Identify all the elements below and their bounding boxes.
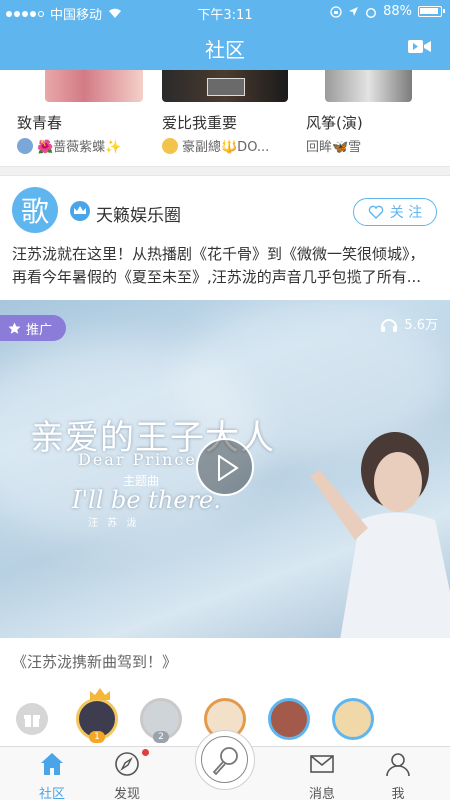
promo-badge: 推广: [0, 315, 67, 341]
tab-me[interactable]: 我: [368, 751, 428, 800]
circle-name[interactable]: 天籁娱乐圈: [96, 201, 181, 226]
recommended-songs-strip: 致青春 🌺蔷薇紫蝶✨ 爱比我重要 豪副總🔱DO... 风筝(演) 回眸🦋雪: [0, 70, 450, 166]
song-singer[interactable]: 🌺蔷薇紫蝶✨: [17, 136, 121, 155]
song-title[interactable]: 致青春: [17, 112, 62, 133]
page-title: 社区: [205, 38, 245, 62]
avatar: [162, 137, 178, 154]
gift-icon[interactable]: [16, 703, 48, 735]
song-title[interactable]: 爱比我重要: [162, 112, 237, 133]
avatar: [17, 137, 33, 154]
fan-avatar[interactable]: [268, 698, 310, 740]
rank-badge: 1: [89, 731, 105, 743]
microphone-icon: [212, 747, 238, 776]
video-artist-image: [310, 432, 450, 638]
rank-badge: 2: [153, 731, 169, 743]
song-singer[interactable]: 豪副總🔱DO...: [162, 136, 269, 155]
tab-discover[interactable]: 发现: [97, 751, 157, 800]
location-icon: [349, 7, 359, 16]
fan-avatar[interactable]: [332, 698, 374, 740]
star-icon: [8, 322, 21, 334]
video-camera-icon[interactable]: [408, 38, 432, 55]
circle-avatar[interactable]: 歌: [12, 187, 58, 233]
headphones-icon: [381, 318, 398, 332]
record-button[interactable]: [195, 730, 255, 790]
lock-rotation-icon: [330, 5, 342, 18]
user-icon: [386, 753, 410, 777]
crown-icon: [90, 688, 110, 700]
song-thumbnail[interactable]: [162, 70, 288, 102]
tab-community[interactable]: 社区: [22, 751, 82, 800]
follow-button[interactable]: 关 注: [353, 198, 437, 226]
section-divider: [0, 166, 450, 176]
status-bar: 中国移动 下午3:11 88%: [0, 0, 450, 24]
compass-icon: [115, 752, 139, 776]
notification-dot: [142, 749, 149, 756]
song-singer[interactable]: 回眸🦋雪: [306, 136, 361, 155]
alarm-icon: [366, 7, 377, 18]
battery-icon: [418, 6, 445, 17]
song-title[interactable]: 风筝(演): [306, 112, 363, 133]
fan-avatar[interactable]: 2: [140, 698, 182, 743]
listen-count: 5.6万: [380, 314, 438, 333]
play-icon: [218, 455, 239, 481]
play-button[interactable]: [196, 438, 254, 496]
video-subtitle: Dear Prince: [78, 450, 197, 469]
post-caption[interactable]: 《汪苏泷携新曲驾到！》: [12, 651, 177, 672]
post-text[interactable]: 汪苏泷就在这里！从热播剧《花千骨》到《微微一笑很倾城》， 再看今年暑假的《夏至未…: [12, 243, 440, 289]
heart-plus-icon: [368, 205, 384, 219]
video-song-title: I'll be there.: [72, 486, 221, 514]
tab-messages[interactable]: 消息: [292, 751, 352, 800]
song-thumbnail[interactable]: [45, 70, 143, 102]
app-header: 社区: [0, 24, 450, 70]
video-artist: 汪 苏 泷: [88, 518, 140, 529]
home-icon: [41, 753, 63, 775]
song-thumbnail[interactable]: [325, 70, 412, 102]
battery-percent: 88%: [383, 4, 412, 19]
mail-icon: [310, 755, 334, 773]
crown-icon: [70, 201, 90, 221]
fan-avatar[interactable]: 1: [76, 688, 118, 743]
